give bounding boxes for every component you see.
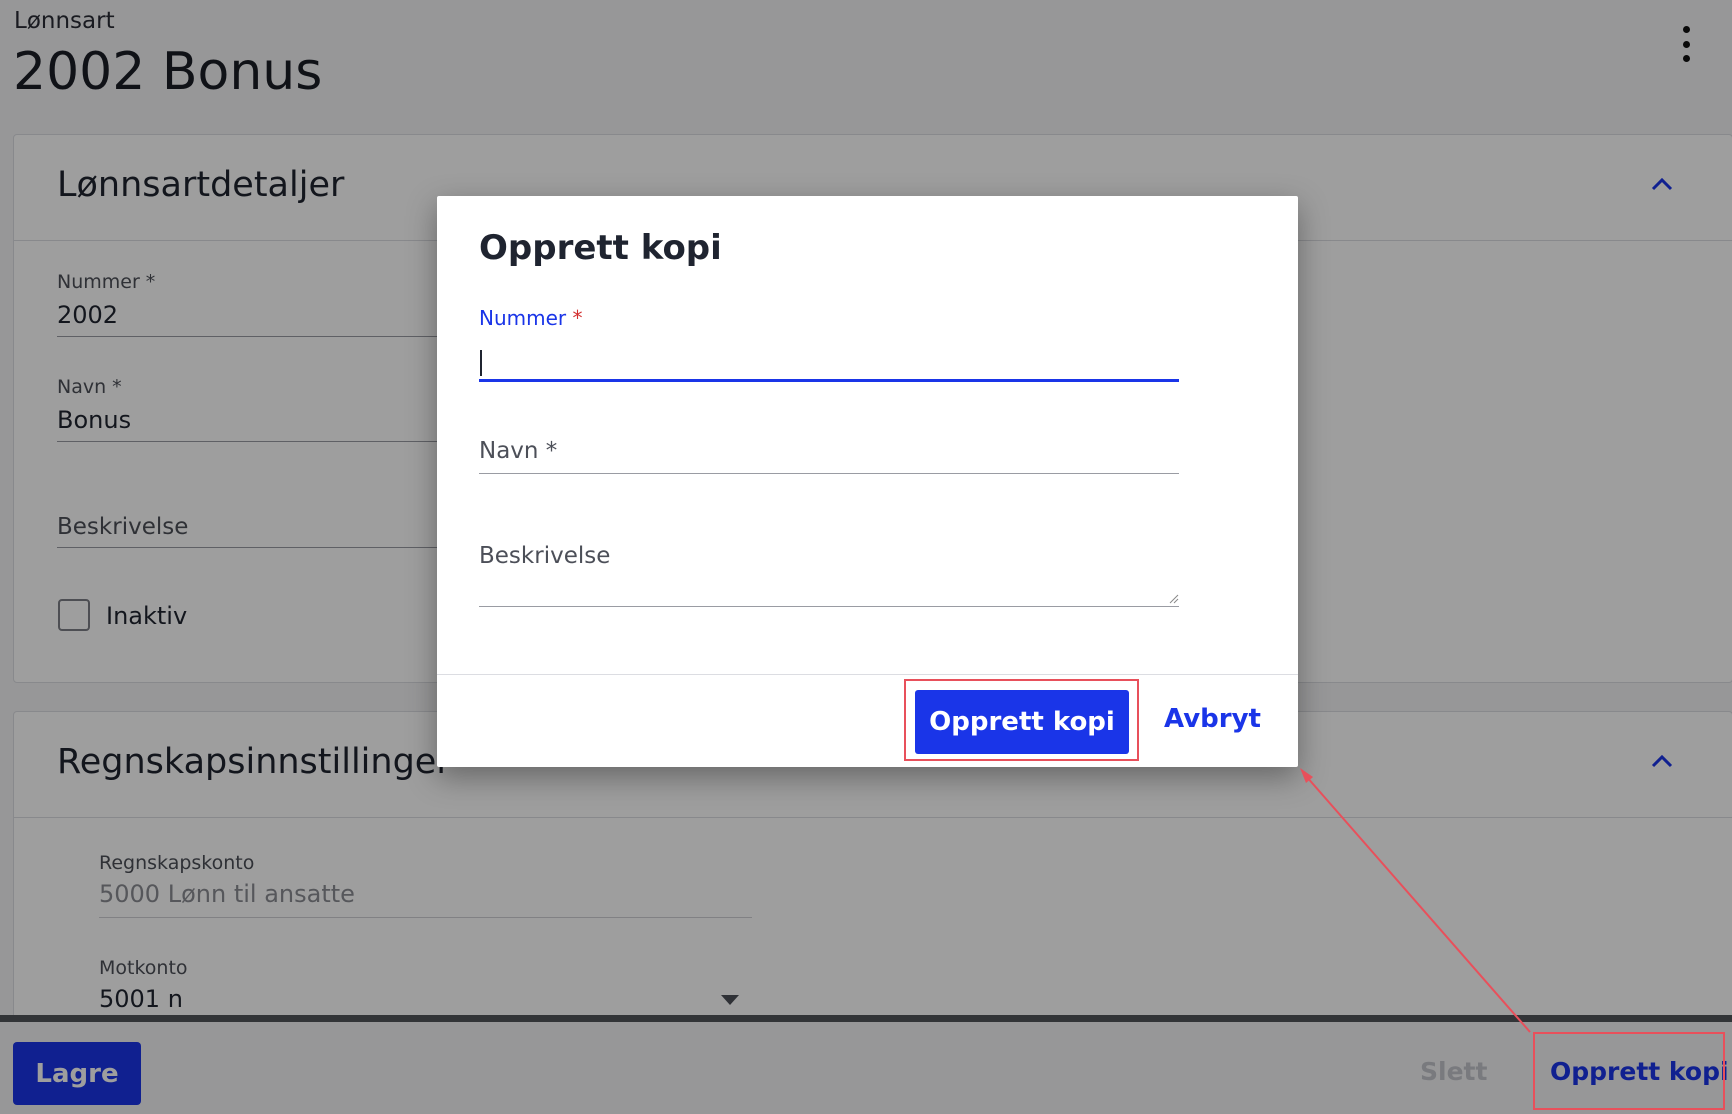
create-copy-dialog: Opprett kopi Nummer * Navn * Beskrivelse… xyxy=(437,196,1298,767)
dialog-beskrivelse-textarea[interactable]: Beskrivelse xyxy=(479,541,1179,607)
dialog-title: Opprett kopi xyxy=(479,228,722,268)
confirm-create-copy-button[interactable]: Opprett kopi xyxy=(915,690,1129,754)
resize-handle-icon[interactable] xyxy=(1169,594,1179,604)
dialog-nummer-label-text: Nummer xyxy=(479,306,567,330)
cancel-button[interactable]: Avbryt xyxy=(1164,704,1261,734)
text-caret xyxy=(480,350,482,376)
dialog-nummer-field[interactable]: Nummer * xyxy=(479,306,1179,386)
required-asterisk: * xyxy=(572,306,583,330)
dialog-navn-placeholder: Navn * xyxy=(479,438,558,464)
dialog-nummer-input[interactable] xyxy=(479,346,1179,382)
dialog-nummer-label: Nummer * xyxy=(479,306,583,330)
dialog-navn-field[interactable]: Navn * xyxy=(479,434,1179,474)
dialog-beskrivelse-placeholder: Beskrivelse xyxy=(479,543,611,569)
dialog-divider xyxy=(437,674,1298,675)
